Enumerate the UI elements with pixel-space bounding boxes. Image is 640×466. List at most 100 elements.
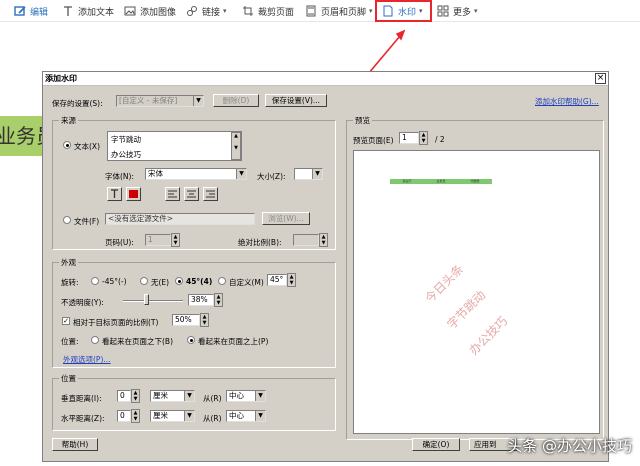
dialog-titlebar: 添加水印 ×	[43, 72, 608, 86]
text-line-1: 字节跳动	[111, 135, 141, 144]
saved-settings-select[interactable]: [自定义 - 未保存] ▼	[116, 95, 204, 107]
chevron-down-icon: ▾	[474, 7, 478, 15]
rotate-custom-field[interactable]: 45°	[267, 274, 287, 286]
horizontal-distance-label: 水平距离(Z):	[61, 414, 105, 423]
size-select[interactable]: ▼	[294, 168, 323, 180]
rotate-custom-spinner[interactable]: ▲ ▼	[287, 273, 296, 287]
position-group: 位置 垂直距离(I): 0 ▲ ▼ 厘米 ▼ 从(R) 中心 ▼ 水平距离(Z): 0…	[52, 373, 336, 431]
align-right-icon[interactable]	[203, 187, 218, 201]
preview-page-spinner[interactable]: ▲ ▼	[419, 131, 428, 145]
absolute-scale-spinner[interactable]: ▲ ▼	[319, 233, 328, 247]
opacity-slider[interactable]	[123, 300, 183, 302]
rotate-45-label: 45°(4)	[186, 277, 213, 286]
size-label: 大小(Z):	[257, 172, 286, 181]
absolute-scale-field[interactable]	[293, 234, 319, 246]
appearance-group-title: 外观	[59, 257, 78, 268]
rotate-minus45-radio[interactable]	[91, 277, 99, 285]
font-select[interactable]: 宋体 ▼	[145, 168, 247, 180]
rotate-label: 旋转:	[61, 278, 79, 287]
preview-page-field[interactable]: 1	[399, 132, 419, 144]
absolute-scale-label: 绝对比例(B):	[238, 238, 282, 247]
source-text-radio[interactable]	[63, 141, 71, 149]
save-settings-button[interactable]: 保存设置(V)...	[265, 94, 327, 107]
vertical-unit-select[interactable]: 厘米 ▼	[150, 390, 195, 402]
edit-icon	[14, 5, 26, 17]
color-swatch-button[interactable]	[126, 187, 141, 201]
chevron-down-icon: ▼	[236, 169, 246, 179]
preview-watermark-line: 今日头条	[422, 261, 467, 306]
appearance-group: 外观 旋转: -45°(-) 无(E) 45°(4) 自定义(M) 45° ▲ ▼…	[52, 257, 336, 368]
relative-scale-spinner[interactable]: ▲ ▼	[200, 313, 209, 327]
crop-page-button[interactable]: 裁剪页面	[242, 3, 294, 19]
page-number-label: 页码(U):	[105, 238, 134, 247]
preview-table-header: 代缴费	[458, 179, 492, 184]
chevron-down-icon: ▾	[369, 7, 373, 15]
above-page-radio[interactable]	[187, 336, 195, 344]
horizontal-distance-field[interactable]: 0	[117, 410, 131, 422]
opacity-spinner[interactable]: ▲ ▼	[214, 293, 223, 307]
browse-button[interactable]: 浏览(W)...	[262, 212, 310, 225]
text-icon	[62, 5, 74, 17]
source-file-radio[interactable]	[63, 216, 71, 224]
vertical-distance-spinner[interactable]: ▲ ▼	[131, 389, 140, 403]
chevron-down-icon: ▼	[184, 411, 194, 421]
horizontal-from-select[interactable]: 中心 ▼	[226, 410, 266, 422]
watermark-text-area[interactable]: 字节跳动 办公技巧 ▲ ▼	[107, 131, 242, 161]
help-link[interactable]: 添加水印帮助(G)...	[535, 96, 599, 107]
image-icon	[124, 5, 136, 17]
add-watermark-dialog: 添加水印 × 保存的设置(S): [自定义 - 未保存] ▼ 删除(D) 保存设置…	[42, 71, 609, 462]
preview-table-header: 营业厅	[390, 179, 424, 184]
preview-watermark-line: 办公技巧	[466, 313, 511, 358]
text-color-button[interactable]	[107, 187, 122, 201]
help-button[interactable]: 帮助(H)	[52, 438, 98, 451]
opacity-field[interactable]: 38%	[188, 294, 214, 306]
relative-scale-checkbox[interactable]: ✓	[62, 317, 70, 325]
preview-page: 营业厅 业务员 代缴费 今日头条 字节跳动 办公技巧	[353, 150, 600, 434]
vertical-from-select[interactable]: 中心 ▼	[226, 390, 266, 402]
vertical-distance-field[interactable]: 0	[117, 390, 131, 402]
opacity-label: 不透明度(Y):	[61, 298, 104, 307]
vertical-distance-label: 垂直距离(I):	[61, 394, 102, 403]
align-center-icon[interactable]	[184, 187, 199, 201]
relative-scale-field[interactable]: 50%	[172, 314, 200, 326]
source-file-label: 文件(F)	[74, 217, 100, 226]
behind-page-radio[interactable]	[91, 336, 99, 344]
preview-group-title: 预览	[353, 115, 372, 126]
page-number-field[interactable]: 1	[145, 234, 171, 246]
above-page-label: 看起来在页面之上(P)	[198, 337, 269, 346]
font-label: 字体(N):	[105, 172, 134, 181]
delete-button[interactable]: 删除(D)	[213, 94, 259, 107]
header-footer-button[interactable]: 页眉和页脚 ▾	[305, 3, 373, 19]
rotate-custom-radio[interactable]	[218, 277, 226, 285]
source-text-label: 文本(X)	[74, 142, 100, 151]
rotate-none-label: 无(E)	[151, 278, 170, 287]
horizontal-from-label: 从(R)	[203, 414, 222, 423]
appearance-options-link[interactable]: 外观选项(P)...	[63, 354, 111, 365]
chevron-down-icon: ▼	[193, 96, 203, 106]
top-toolbar: 编辑 添加文本 添加图像 链接 ▾ 裁剪页面 页眉和页脚 ▾ 水印 ▾ 更多 ▾	[0, 0, 640, 22]
horizontal-unit-select[interactable]: 厘米 ▼	[150, 410, 195, 422]
page-number-spinner[interactable]: ▲ ▼	[171, 233, 180, 247]
close-icon[interactable]: ×	[595, 73, 606, 84]
add-text-button[interactable]: 添加文本	[62, 3, 114, 19]
rotate-custom-label: 自定义(M)	[229, 278, 264, 287]
preview-page-total: / 2	[435, 135, 445, 144]
more-icon	[437, 5, 449, 17]
align-left-icon[interactable]	[165, 187, 180, 201]
header-footer-icon	[305, 5, 317, 17]
source-file-field[interactable]: <没有选定源文件>	[105, 213, 255, 225]
ok-button[interactable]: 确定(O)	[412, 438, 460, 451]
chevron-down-icon: ▼	[184, 391, 194, 401]
link-button[interactable]: 链接 ▾	[186, 3, 227, 19]
text-line-2: 办公技巧	[111, 150, 141, 159]
horizontal-distance-spinner[interactable]: ▲ ▼	[131, 409, 140, 423]
text-scrollbar[interactable]: ▲ ▼	[231, 132, 241, 160]
position-group-title: 位置	[59, 373, 78, 384]
source-group: 来源 文本(X) 字节跳动 办公技巧 ▲ ▼ 字体(N): 宋体 ▼ 大小(Z): …	[52, 115, 336, 250]
rotate-45-radio[interactable]	[175, 277, 183, 285]
rotate-none-radio[interactable]	[140, 277, 148, 285]
add-image-button[interactable]: 添加图像	[124, 3, 176, 19]
edit-button[interactable]: 编辑	[14, 3, 48, 19]
more-button[interactable]: 更多 ▾	[437, 3, 478, 19]
opacity-slider-thumb[interactable]	[143, 294, 149, 305]
